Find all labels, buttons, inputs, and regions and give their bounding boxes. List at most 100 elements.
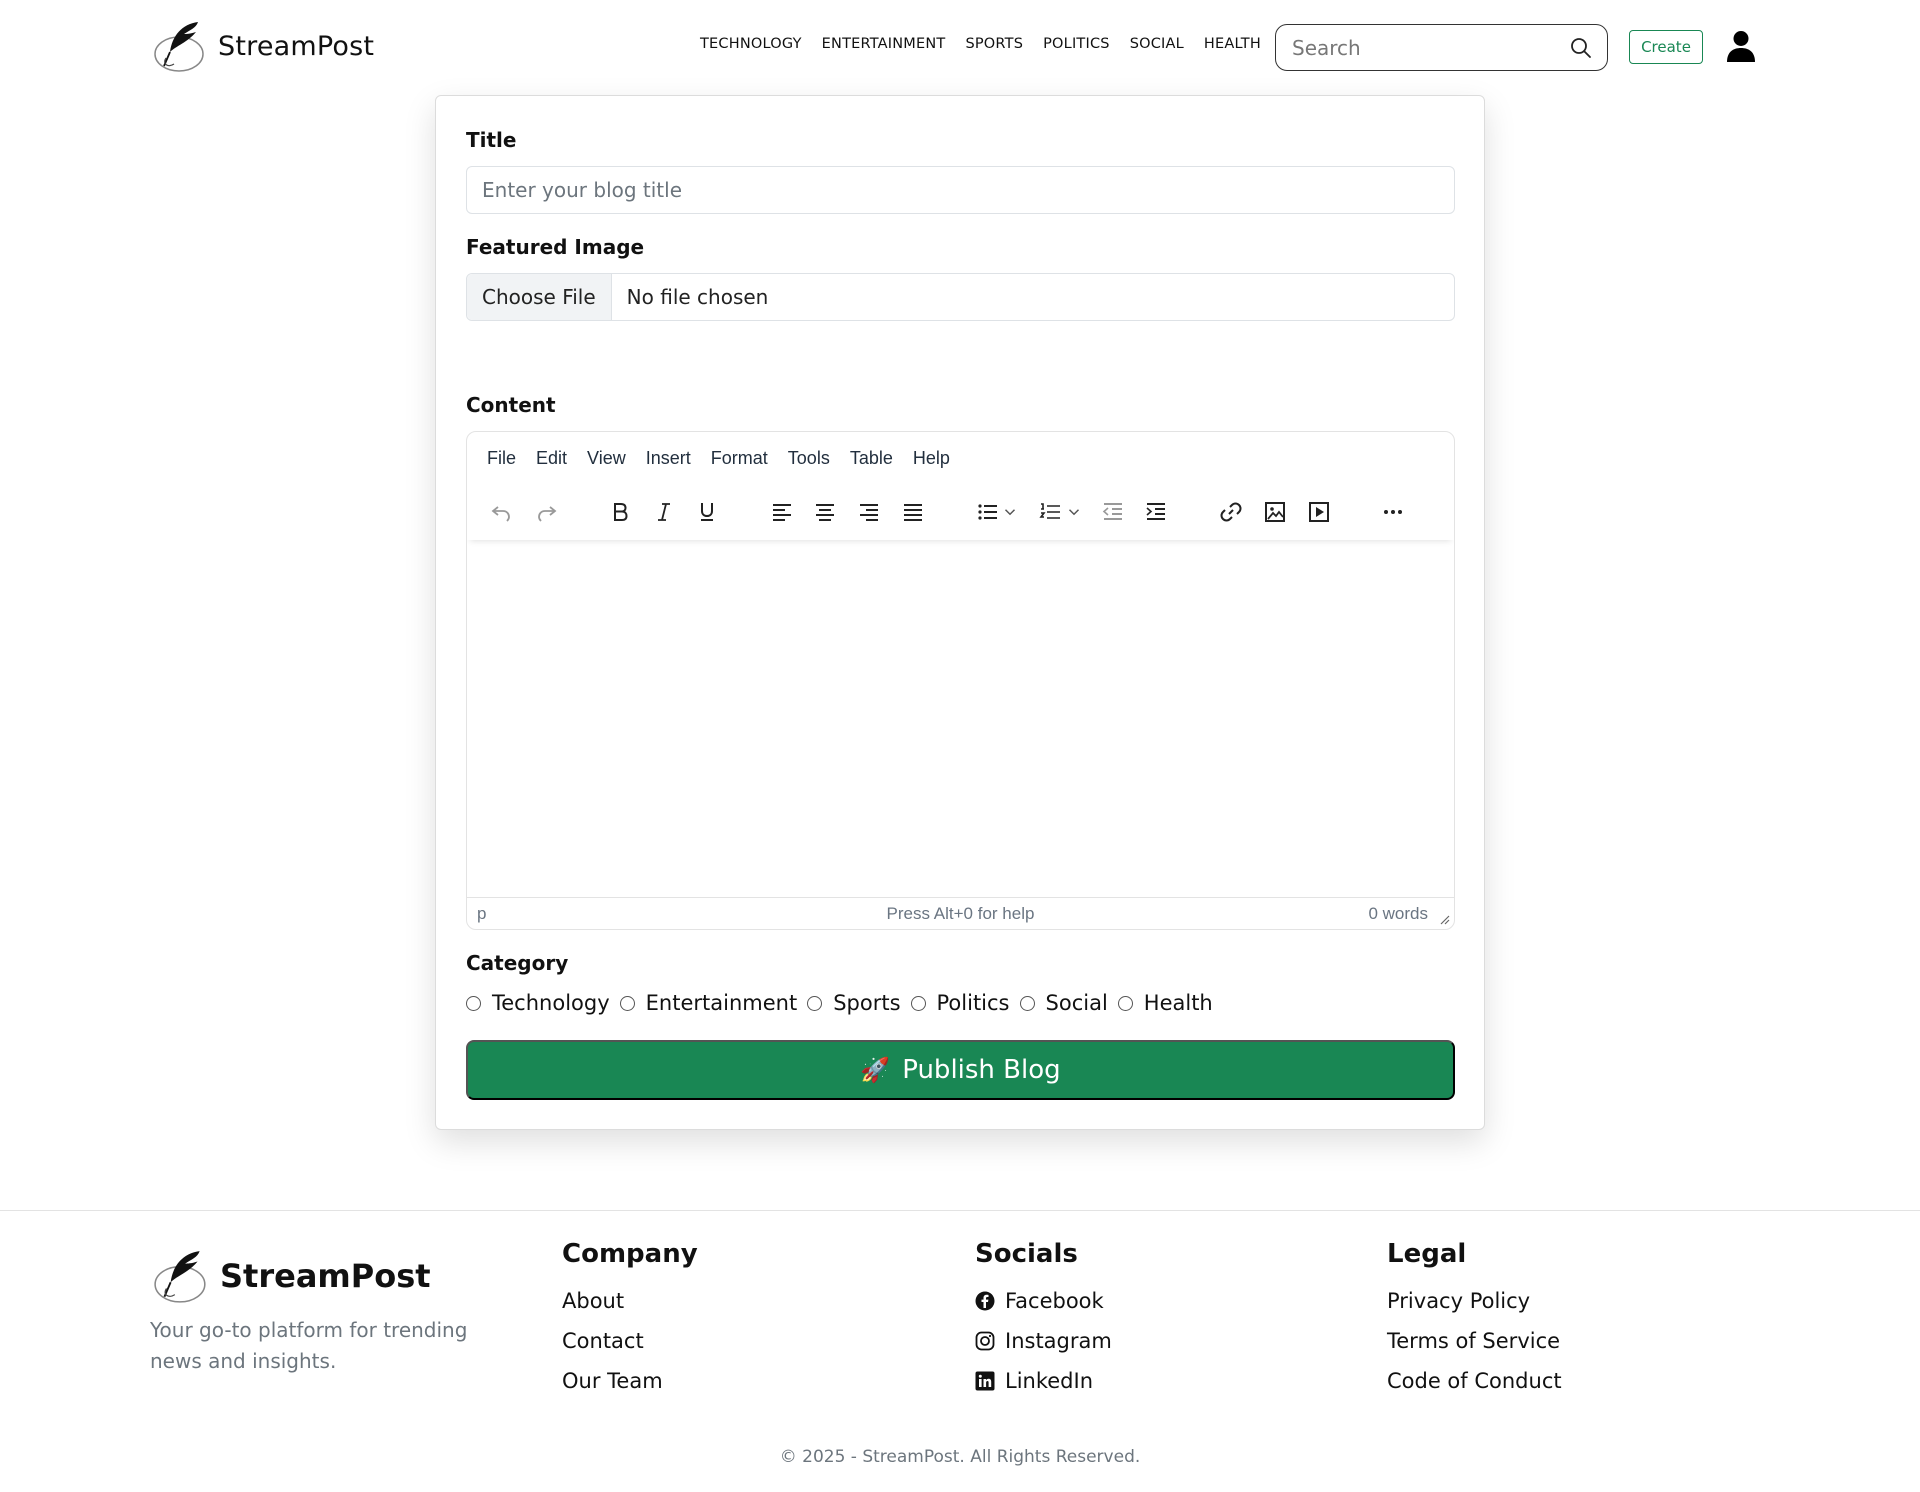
bullet-list-icon[interactable]: [972, 496, 1004, 528]
chevron-down-icon[interactable]: [1001, 496, 1019, 528]
footer-link-linkedin[interactable]: LinkedIn: [975, 1361, 1112, 1401]
featured-image-label: Featured Image: [466, 235, 645, 259]
footer-link-terms-of-service[interactable]: Terms of Service: [1387, 1321, 1562, 1361]
category-option-entertainment[interactable]: Entertainment: [619, 991, 797, 1015]
rocket-icon: 🚀: [860, 1056, 891, 1084]
align-left-icon[interactable]: [766, 496, 798, 528]
footer-brand-logo[interactable]: StreamPost: [152, 1247, 431, 1305]
align-justify-icon[interactable]: [897, 496, 929, 528]
title-label: Title: [466, 128, 517, 152]
site-header: StreamPost TECHNOLOGY ENTERTAINMENT SPOR…: [0, 0, 1920, 94]
publish-blog-button[interactable]: 🚀 Publish Blog: [466, 1040, 1455, 1100]
footer-link-about[interactable]: About: [562, 1281, 698, 1321]
nav-politics[interactable]: POLITICS: [1043, 36, 1110, 52]
status-help: Press Alt+0 for help: [886, 904, 1035, 923]
menu-format[interactable]: Format: [701, 442, 778, 475]
copyright-text: © 2025 - StreamPost. All Rights Reserved…: [779, 1447, 1141, 1467]
numbered-list-icon[interactable]: [1035, 496, 1067, 528]
file-status: No file chosen: [626, 285, 769, 309]
brand-logo[interactable]: StreamPost: [152, 18, 374, 74]
create-button[interactable]: Create: [1629, 30, 1703, 64]
radio-button[interactable]: [1117, 995, 1133, 1011]
footer-company-heading: Company: [562, 1239, 698, 1269]
image-icon[interactable]: [1259, 496, 1291, 528]
nav-social[interactable]: SOCIAL: [1130, 36, 1184, 52]
footer-legal-column: Legal Privacy Policy Terms of Service Co…: [1387, 1239, 1562, 1401]
menu-insert[interactable]: Insert: [636, 442, 701, 475]
category-option-technology[interactable]: Technology: [466, 991, 610, 1015]
search-input[interactable]: [1292, 35, 1562, 60]
outdent-icon[interactable]: [1097, 496, 1129, 528]
site-footer: StreamPost Your go-to platform for trend…: [0, 1210, 1920, 1492]
align-right-icon[interactable]: [853, 496, 885, 528]
category-option-health[interactable]: Health: [1117, 991, 1213, 1015]
chevron-down-icon[interactable]: [1065, 496, 1083, 528]
featured-image-field: Choose File No file chosen: [466, 273, 1455, 321]
more-icon[interactable]: [1377, 496, 1409, 528]
nav-technology[interactable]: TECHNOLOGY: [700, 36, 802, 52]
brand-name: StreamPost: [218, 30, 375, 62]
category-option-social[interactable]: Social: [1019, 991, 1108, 1015]
footer-link-our-team[interactable]: Our Team: [562, 1361, 698, 1401]
radio-button[interactable]: [910, 995, 926, 1011]
footer-link-contact[interactable]: Contact: [562, 1321, 698, 1361]
title-field: [466, 166, 1455, 214]
linkedin-icon: [975, 1371, 995, 1391]
footer-link-instagram[interactable]: Instagram: [975, 1321, 1112, 1361]
facebook-icon: [975, 1291, 995, 1311]
undo-icon[interactable]: [485, 496, 517, 528]
editor-content-area[interactable]: [467, 542, 1454, 898]
search-box: [1275, 24, 1608, 71]
menu-help[interactable]: Help: [903, 442, 960, 475]
footer-socials-heading: Socials: [975, 1239, 1078, 1269]
publish-label: Publish Blog: [902, 1055, 1061, 1085]
menu-tools[interactable]: Tools: [778, 442, 840, 475]
radio-button[interactable]: [619, 995, 635, 1011]
footer-link-privacy-policy[interactable]: Privacy Policy: [1387, 1281, 1562, 1321]
title-input[interactable]: [467, 178, 1454, 202]
radio-button[interactable]: [466, 995, 481, 1011]
redo-icon[interactable]: [531, 496, 563, 528]
nav-sports[interactable]: SPORTS: [965, 36, 1023, 52]
nav-entertainment[interactable]: ENTERTAINMENT: [822, 36, 946, 52]
bold-icon[interactable]: [604, 496, 636, 528]
footer-company-column: Company About Contact Our Team: [562, 1239, 698, 1401]
align-center-icon[interactable]: [809, 496, 841, 528]
create-blog-card: Title Featured Image Choose File No file…: [435, 95, 1485, 1130]
status-word-count[interactable]: 0 words: [1368, 904, 1428, 924]
footer-link-code-of-conduct[interactable]: Code of Conduct: [1387, 1361, 1562, 1401]
feather-logo-icon: [154, 22, 204, 72]
footer-link-facebook[interactable]: Facebook: [975, 1281, 1112, 1321]
menu-edit[interactable]: Edit: [526, 442, 577, 475]
nav-health[interactable]: HEALTH: [1204, 36, 1261, 52]
user-icon[interactable]: [1726, 30, 1756, 62]
editor-toolbar: [467, 488, 1454, 540]
main-nav: TECHNOLOGY ENTERTAINMENT SPORTS POLITICS…: [700, 36, 1281, 52]
category-radio-group: Technology Entertainment Sports Politics…: [466, 991, 1223, 1015]
indent-icon[interactable]: [1140, 496, 1172, 528]
link-icon[interactable]: [1215, 496, 1247, 528]
menu-view[interactable]: View: [577, 442, 636, 475]
underline-icon[interactable]: [691, 496, 723, 528]
editor-statusbar: Press Alt+0 for help p 0 words: [467, 897, 1454, 929]
editor-menubar: File Edit View Insert Format Tools Table…: [477, 442, 960, 475]
rich-text-editor: File Edit View Insert Format Tools Table…: [466, 431, 1455, 930]
category-option-politics[interactable]: Politics: [910, 991, 1010, 1015]
instagram-icon: [975, 1331, 995, 1351]
choose-file-button[interactable]: Choose File: [467, 274, 612, 320]
footer-brand-name: StreamPost: [220, 1257, 431, 1295]
category-option-sports[interactable]: Sports: [807, 991, 901, 1015]
italic-icon[interactable]: [648, 496, 680, 528]
footer-tagline: Your go-to platform for trending news an…: [150, 1318, 468, 1373]
radio-button[interactable]: [807, 995, 823, 1011]
media-icon[interactable]: [1303, 496, 1335, 528]
menu-file[interactable]: File: [477, 442, 526, 475]
menu-table[interactable]: Table: [840, 442, 903, 475]
search-icon[interactable]: [1569, 36, 1593, 60]
category-label: Category: [466, 951, 569, 975]
feather-logo-icon: [154, 1251, 206, 1303]
status-element-path[interactable]: p: [477, 904, 486, 924]
footer-socials-column: Socials Facebook Instagram LinkedIn: [975, 1239, 1112, 1401]
resize-handle-icon[interactable]: [1438, 913, 1450, 925]
radio-button[interactable]: [1019, 995, 1035, 1011]
